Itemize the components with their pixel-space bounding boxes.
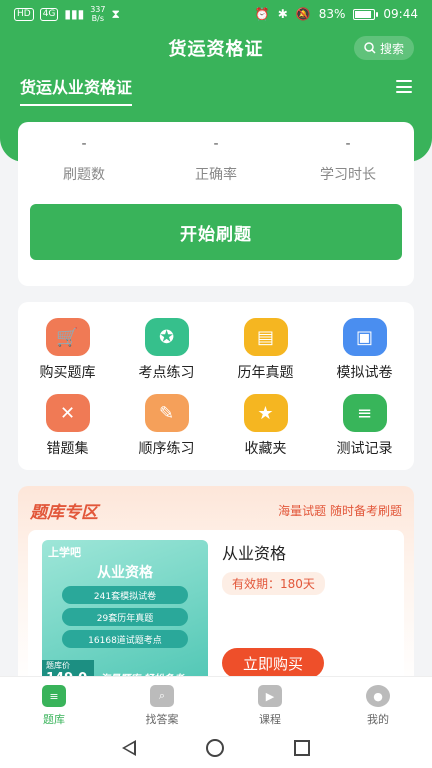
search-icon [364,42,376,54]
feature-grid-card: 🛒 购买题库 ✪ 考点练习 ▤ 历年真题 ▣ 模拟试卷 ✕ 错题集 ✎ 顺序练习… [18,302,414,470]
calendar-icon: ▤ [243,318,288,356]
cover-title: 从业资格 [97,565,153,581]
feature-sequential-practice[interactable]: ✎ 顺序练习 [117,394,216,458]
star-icon: ★ [243,394,288,432]
tab-profile[interactable]: ● 我的 [324,677,432,728]
stat-label: 刷题数 [63,167,105,183]
cover-pill: 16168道试题考点 [62,630,188,648]
monitor-icon: ▣ [342,318,387,356]
search-answer-icon: ⌕ [150,685,174,707]
product-card[interactable]: 上学吧 从业资格 241套模拟试卷 29套历年真题 16168道试题考点 题库价… [28,530,404,686]
tab-label: 课程 [259,713,281,726]
buy-now-button[interactable]: 立即购买 [222,648,324,678]
feature-past-exams[interactable]: ▤ 历年真题 [216,318,315,382]
network-badge: 4G [39,7,59,21]
question-bank-section: 题库专区 海量试题 随时备考刷题 上学吧 从业资格 241套模拟试卷 29套历年… [18,486,414,686]
error-icon: ✕ [45,394,90,432]
feature-mock-exam[interactable]: ▣ 模拟试卷 [315,318,414,382]
validity-badge: 有效期：180天 [222,572,325,595]
profile-icon: ● [366,685,390,707]
home-icon[interactable] [206,739,224,757]
video-course-icon: ▶ [258,685,282,707]
stat-value: - [345,136,351,152]
question-bank-icon: ≡ [42,685,66,707]
feature-test-records[interactable]: ≡ 测试记录 [315,394,414,458]
bottom-tab-bar: ≡ 题库 ⌕ 找答案 ▶ 课程 ● 我的 [0,676,432,728]
cover-price-label: 题库价 [46,661,70,670]
feature-favorites[interactable]: ★ 收藏夹 [216,394,315,458]
record-icon: ≡ [342,394,387,432]
cover-pill: 29套历年真题 [62,608,188,626]
feature-label: 购买题库 [39,365,96,381]
section-slogan: 海量试题 随时备考刷题 [278,504,402,518]
tab-label: 我的 [367,713,389,726]
bluetooth-icon: ✱ [277,7,288,21]
menu-icon[interactable] [396,80,412,93]
stat-accuracy: - 正确率 [150,136,282,184]
signal-icon: ▮▮▮ [64,7,85,21]
page-title: 货运资格证 [168,39,264,60]
back-icon[interactable] [122,740,136,756]
feature-label: 模拟试卷 [336,365,393,381]
feature-label: 考点练习 [138,365,195,381]
feature-label: 错题集 [46,441,89,457]
hd-badge: HD [14,7,34,21]
stat-label: 正确率 [195,167,237,183]
stat-value: - [81,136,87,152]
system-nav-bar [0,728,432,768]
tab-label: 题库 [43,713,65,726]
stats-card: - 刷题数 - 正确率 - 学习时长 开始刷题 [18,122,414,286]
stat-study-time: - 学习时长 [282,136,414,184]
tab-label: 找答案 [145,713,179,726]
tab-courses[interactable]: ▶ 课程 [216,677,324,728]
net-speed: 337 B/s [90,5,106,23]
feature-topic-practice[interactable]: ✪ 考点练习 [117,318,216,382]
stat-questions: - 刷题数 [18,136,150,184]
search-label: 搜索 [379,41,404,56]
feature-label: 测试记录 [336,441,393,457]
star-icon: ✪ [144,318,189,356]
cart-icon: 🛒 [45,318,90,356]
product-title: 从业资格 [222,544,287,563]
alarm-icon: ⏰ [254,7,270,21]
feature-label: 历年真题 [237,365,294,381]
section-title: 题库专区 [30,503,98,523]
search-button[interactable]: 搜索 [353,36,414,60]
cover-brand: 上学吧 [48,546,81,559]
tab-find-answers[interactable]: ⌕ 找答案 [108,677,216,728]
cover-pill: 241套模拟试卷 [62,586,188,604]
stat-label: 学习时长 [320,167,376,183]
start-practice-button[interactable]: 开始刷题 [30,204,402,260]
status-bar: HD 4G ▮▮▮ 337 B/s ⧗ ⏰ ✱ 🔕 83% 09:44 [0,0,432,28]
feature-label: 顺序练习 [138,441,195,457]
stat-value: - [213,136,219,152]
mute-icon: 🔕 [295,7,311,21]
feature-label: 收藏夹 [244,441,287,457]
product-cover: 上学吧 从业资格 241套模拟试卷 29套历年真题 16168道试题考点 题库价… [42,540,208,686]
clock: 09:44 [383,7,418,21]
battery-percent: 83% [318,7,346,21]
feature-buy-bank[interactable]: 🛒 购买题库 [18,318,117,382]
app-header: 货运资格证 搜索 [0,30,432,66]
battery-icon [353,8,379,20]
tab-question-bank[interactable]: ≡ 题库 [0,677,108,728]
category-tab[interactable]: 货运从业资格证 [20,74,133,106]
doc-edit-icon: ✎ [144,394,189,432]
recent-apps-icon[interactable] [294,740,310,756]
category-bar: 货运从业资格证 [0,72,432,106]
hourglass-icon: ⧗ [111,6,120,21]
feature-wrong-questions[interactable]: ✕ 错题集 [18,394,117,458]
